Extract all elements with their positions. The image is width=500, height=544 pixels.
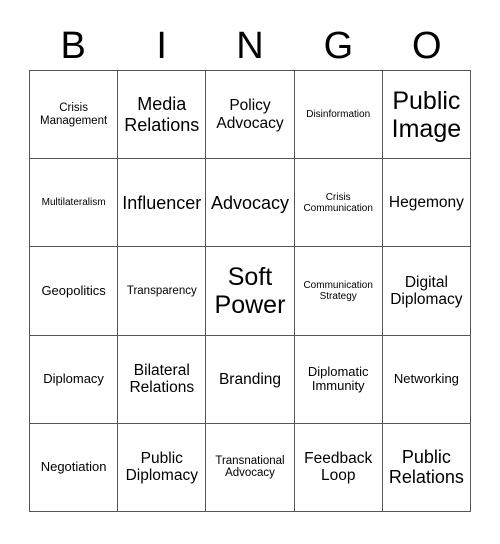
bingo-cell-label: Public Image [391, 86, 462, 143]
bingo-cell[interactable]: Public Relations [382, 423, 471, 512]
bingo-cell[interactable]: Media Relations [118, 71, 207, 160]
bingo-cell-label: Branding [218, 370, 282, 388]
bingo-cell[interactable]: Advocacy [206, 159, 295, 248]
bingo-cell[interactable]: Feedback Loop [294, 423, 383, 512]
bingo-header-letter-n: N [236, 25, 264, 67]
bingo-header-letter-o: O [412, 25, 442, 67]
bingo-cell-label: Geopolitics [41, 282, 106, 298]
bingo-header-letter-i: I [156, 25, 167, 67]
bingo-cell-label: Policy Advocacy [216, 97, 284, 132]
bingo-cell[interactable]: Bilateral Relations [118, 335, 207, 424]
bingo-cell[interactable]: Geopolitics [30, 247, 119, 336]
bingo-cell-label: Negotiation [40, 459, 107, 475]
bingo-card: B I N G O Crisis Management Media Relati… [0, 0, 500, 544]
bingo-cell-label: Media Relations [124, 94, 200, 135]
bingo-header-row: B I N G O [29, 22, 471, 70]
bingo-cell-label: Transparency [126, 284, 197, 297]
bingo-cell-label: Diplomatic Immunity [307, 363, 369, 394]
bingo-cell-label: Feedback Loop [304, 450, 373, 485]
bingo-cell[interactable]: Transnational Advocacy [206, 423, 295, 512]
bingo-cell-label: Multilateralism [41, 197, 106, 209]
bingo-cell-label: Communication Strategy [303, 279, 373, 302]
bingo-cell[interactable]: Multilateralism [30, 159, 119, 248]
bingo-cell[interactable]: Networking [382, 335, 471, 424]
bingo-header-letter-b: B [60, 25, 86, 67]
bingo-cell-label: Disinformation [306, 109, 371, 120]
bingo-cell-label: Public Diplomacy [125, 450, 198, 485]
bingo-cell-label: Transnational Advocacy [215, 454, 285, 480]
bingo-cell[interactable]: Policy Advocacy [206, 71, 295, 160]
bingo-grid: Crisis Management Media Relations Policy… [29, 70, 471, 512]
bingo-cell-label: Soft Power [214, 262, 286, 319]
bingo-cell[interactable]: Communication Strategy [294, 247, 383, 336]
bingo-header-letter-g: G [323, 25, 354, 67]
bingo-cell[interactable]: Hegemony [382, 159, 471, 248]
bingo-cell[interactable]: Crisis Communication [294, 159, 383, 248]
bingo-cell[interactable]: Diplomacy [30, 335, 119, 424]
bingo-cell[interactable]: Diplomatic Immunity [294, 335, 383, 424]
bingo-cell-label: Public Relations [388, 447, 464, 488]
bingo-cell-label: Diplomacy [43, 370, 104, 386]
bingo-cell-label: Influencer [122, 192, 202, 213]
bingo-cell[interactable]: Public Diplomacy [118, 423, 207, 512]
bingo-cell[interactable]: Disinformation [294, 71, 383, 160]
bingo-cell[interactable]: Digital Diplomacy [382, 247, 471, 336]
bingo-cell-label: Digital Diplomacy [390, 273, 463, 308]
bingo-cell[interactable]: Influencer [118, 159, 207, 248]
bingo-cell[interactable]: Public Image [382, 71, 471, 160]
bingo-cell-label: Networking [393, 370, 459, 386]
bingo-cell[interactable]: Negotiation [30, 423, 119, 512]
bingo-cell[interactable]: Transparency [118, 247, 207, 336]
bingo-cell-label: Bilateral Relations [129, 361, 195, 397]
bingo-cell-label: Advocacy [210, 192, 290, 213]
bingo-cell[interactable]: Crisis Management [30, 71, 119, 160]
bingo-cell-label: Crisis Communication [303, 191, 373, 214]
bingo-cell[interactable]: Branding [206, 335, 295, 424]
bingo-cell-label: Crisis Management [40, 101, 108, 127]
bingo-cell[interactable]: Soft Power [206, 247, 295, 336]
bingo-cell-label: Hegemony [388, 194, 464, 212]
